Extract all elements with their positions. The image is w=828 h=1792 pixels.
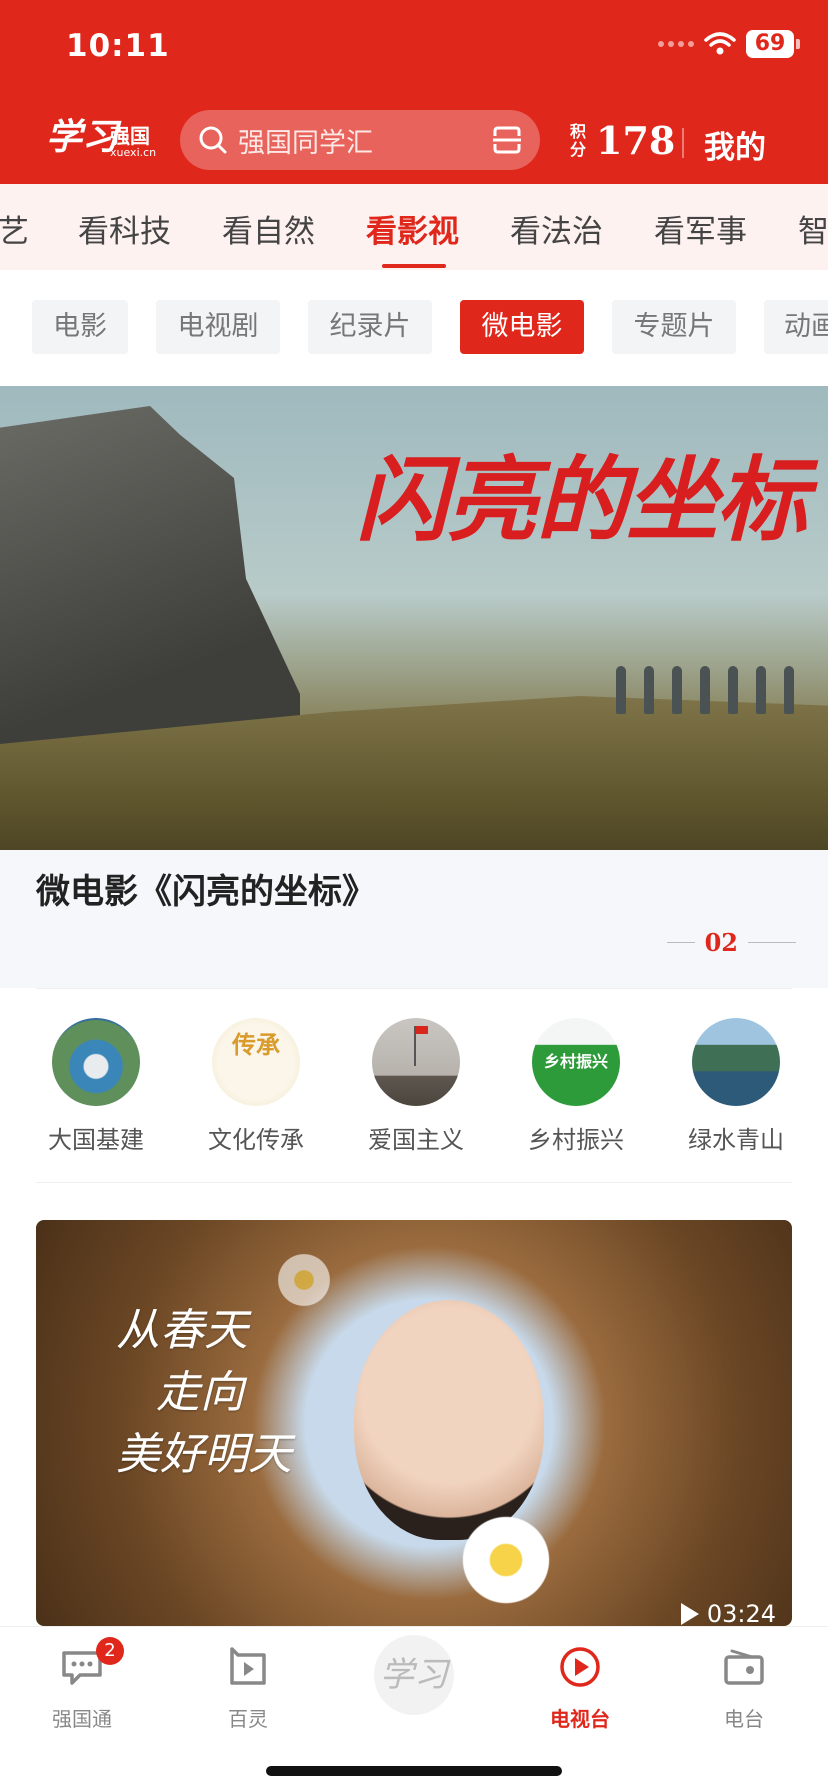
chip-feature[interactable]: 专题片 xyxy=(612,300,736,354)
tab-label: 电视台 xyxy=(550,1707,610,1731)
tab-smart[interactable]: 智 xyxy=(798,206,828,251)
topic-green-mountains[interactable]: 绿水青山 xyxy=(676,1018,796,1155)
video-subject xyxy=(354,1300,544,1540)
logo-name: 强国 xyxy=(110,124,150,148)
header-divider xyxy=(682,128,684,158)
topic-culture[interactable]: 传承 文化传承 xyxy=(196,1018,316,1155)
logo-script: 学习 xyxy=(46,116,119,158)
video-overlay-text: 从春天 走向 美好明天 xyxy=(116,1300,346,1486)
chip-documentary[interactable]: 纪录片 xyxy=(308,300,432,354)
logo-url: xuexi.cn xyxy=(110,146,157,159)
green-mountains-thumb xyxy=(692,1018,780,1106)
tab-label: 百灵 xyxy=(228,1707,268,1731)
hero-caption[interactable]: 微电影《闪亮的坐标》 02 xyxy=(0,850,828,988)
overlay-line: 走向 xyxy=(156,1367,244,1418)
points-label: 积分 xyxy=(570,121,587,159)
home-indicator xyxy=(266,1766,562,1776)
duration-text: 03:24 xyxy=(706,1600,776,1626)
chip-movie[interactable]: 电影 xyxy=(32,300,128,354)
tab-military[interactable]: 看军事 xyxy=(654,206,747,251)
topic-infrastructure[interactable]: 大国基建 xyxy=(36,1018,156,1155)
tab-law[interactable]: 看法治 xyxy=(510,206,603,251)
play-icon xyxy=(680,1603,699,1625)
xuexi-center-icon[interactable]: 学习 xyxy=(374,1635,454,1715)
hero-title-calligraphy: 闪亮的坐标 xyxy=(356,446,808,554)
channel-tabs: 艺 看科技 看自然 看影视 看法治 看军事 智 xyxy=(0,184,828,270)
tab-label: 电台 xyxy=(724,1707,764,1731)
tab-film-tv[interactable]: 看影视 xyxy=(366,206,459,251)
radio-icon xyxy=(724,1649,764,1685)
tab-tv-station[interactable]: 电视台 xyxy=(520,1645,640,1732)
video-card[interactable]: 从春天 走向 美好明天 03:24 xyxy=(36,1220,792,1626)
status-time: 10:11 xyxy=(66,28,170,64)
search-bar[interactable]: 强国同学汇 xyxy=(180,110,540,170)
topic-patriotism[interactable]: 爱国主义 xyxy=(356,1018,476,1155)
scan-icon[interactable] xyxy=(492,126,522,154)
mine-button[interactable]: 我的 xyxy=(704,122,766,167)
patriotism-thumb xyxy=(372,1018,460,1106)
hero-banner[interactable]: 闪亮的坐标 xyxy=(0,386,828,850)
overlay-line: 从春天 xyxy=(116,1305,248,1356)
active-tab-indicator xyxy=(382,264,446,268)
tab-radio[interactable]: 电台 xyxy=(684,1645,804,1732)
tab-qiangguotong[interactable]: 2 强国通 xyxy=(22,1637,142,1732)
overlay-line: 美好明天 xyxy=(116,1429,292,1480)
topic-label: 文化传承 xyxy=(208,1126,304,1154)
daisy-decoration xyxy=(456,1510,556,1610)
tab-bailing[interactable]: 百灵 xyxy=(188,1645,308,1732)
topic-label: 爱国主义 xyxy=(368,1126,464,1154)
marching-soldiers xyxy=(616,654,826,714)
video-duration: 03:24 xyxy=(680,1600,776,1626)
xuexi-logo[interactable]: 学习 强国 xuexi.cn xyxy=(46,108,156,162)
search-placeholder: 强国同学汇 xyxy=(238,127,373,159)
signal-icon xyxy=(658,41,694,47)
culture-thumb: 传承 xyxy=(212,1018,300,1106)
hero-caption-title: 微电影《闪亮的坐标》 xyxy=(36,872,376,912)
rural-revival-thumb: 乡村振兴 xyxy=(532,1018,620,1106)
battery-indicator: 69 xyxy=(746,30,800,58)
divider xyxy=(36,1182,792,1183)
culture-thumb-text: 传承 xyxy=(232,1030,280,1059)
rock-formation xyxy=(0,406,300,766)
divider xyxy=(36,988,792,989)
tab-tech[interactable]: 看科技 xyxy=(78,206,171,251)
notification-badge: 2 xyxy=(96,1637,124,1665)
bailing-icon xyxy=(230,1647,266,1685)
rural-thumb-text: 乡村振兴 xyxy=(543,1052,608,1071)
subcategory-chips: 电影 电视剧 纪录片 微电影 专题片 动画 xyxy=(0,270,828,386)
wifi-icon xyxy=(704,32,736,55)
header: 10:11 69 学习 强国 xuexi.cn 强国同学汇 积分 178 我的 xyxy=(0,0,828,184)
topic-label: 大国基建 xyxy=(48,1126,144,1154)
search-icon xyxy=(199,126,227,154)
tab-nature[interactable]: 看自然 xyxy=(222,206,315,251)
tab-label: 强国通 xyxy=(52,1707,112,1731)
chip-tv-series[interactable]: 电视剧 xyxy=(156,300,280,354)
topic-row: 大国基建 传承 文化传承 爱国主义 乡村振兴 乡村振兴 绿水青山 xyxy=(0,988,828,1184)
page-number: 02 xyxy=(704,928,738,957)
points-value: 178 xyxy=(596,118,676,163)
chip-micro-film[interactable]: 微电影 xyxy=(460,300,584,354)
topic-label: 乡村振兴 xyxy=(528,1126,624,1154)
tab-arts[interactable]: 艺 xyxy=(0,206,29,251)
chip-animation[interactable]: 动画 xyxy=(764,300,828,354)
points-display[interactable]: 积分 178 xyxy=(570,118,675,163)
infrastructure-thumb xyxy=(52,1018,140,1106)
tv-play-icon xyxy=(560,1647,600,1687)
status-indicators: 69 xyxy=(658,30,800,58)
topic-rural-revival[interactable]: 乡村振兴 乡村振兴 xyxy=(516,1018,636,1155)
hero-pager: 02 xyxy=(666,928,796,957)
topic-label: 绿水青山 xyxy=(688,1126,784,1154)
app-screen: 10:11 69 学习 强国 xuexi.cn 强国同学汇 积分 178 我的 … xyxy=(0,0,828,1792)
